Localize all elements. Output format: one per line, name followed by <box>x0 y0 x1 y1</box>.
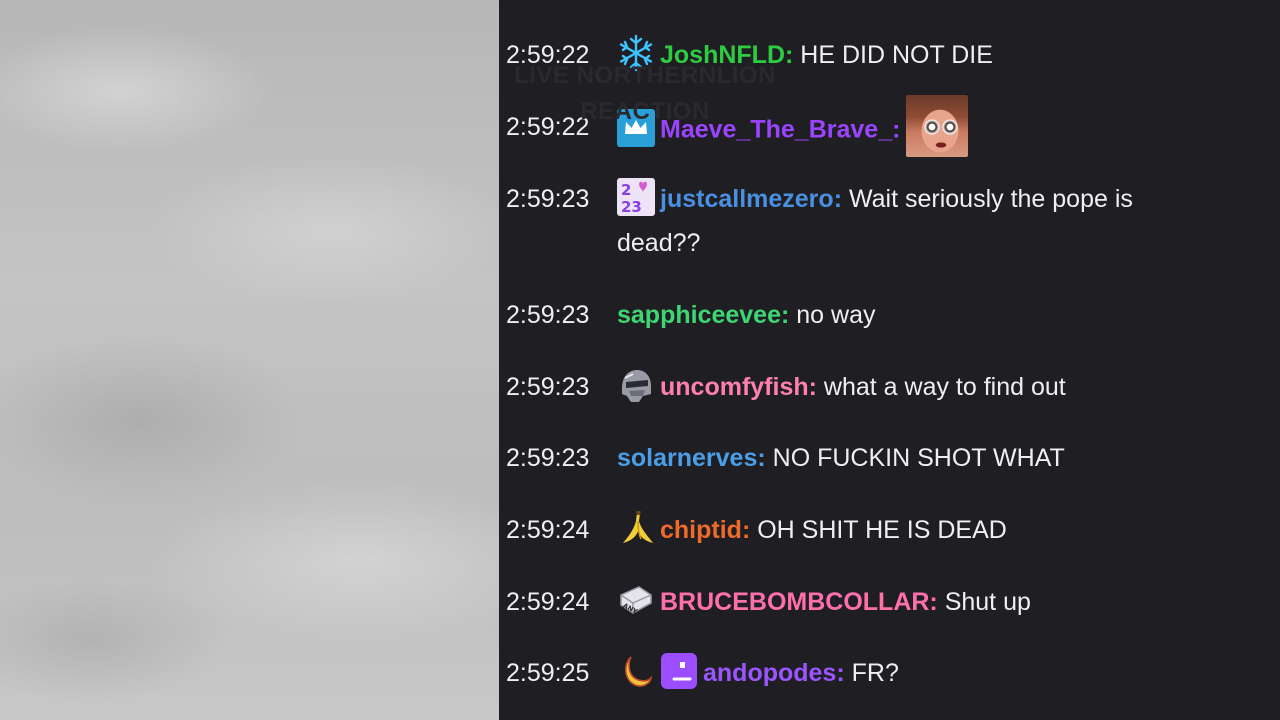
2023-badge-icon: 2 23 <box>617 178 655 217</box>
moon-icon <box>617 652 655 690</box>
stream-watermark: LIVE NORTHERNLION REACTION <box>500 58 790 130</box>
message-timestamp: 2:59:23 <box>506 301 590 329</box>
chat-message: 2:59:23 solarnerves: NO FUCKIN SHOT WHAT <box>506 436 1206 480</box>
message-timestamp: 2:59:24 <box>506 516 590 544</box>
chat-message: 2:59:23 2 23 justcallmezero: Wait seriou… <box>506 177 1206 265</box>
message-text: NO FUCKIN SHOT WHAT <box>772 444 1065 472</box>
stream-video-area <box>0 0 499 720</box>
message-text: what a way to find out <box>823 373 1066 401</box>
username-colon: : <box>781 301 797 329</box>
watermark-line-1: LIVE NORTHERNLION <box>514 62 776 89</box>
username-colon: : <box>741 516 758 544</box>
username-colon: : <box>836 659 852 687</box>
chat-username[interactable]: sapphiceevee <box>617 301 781 329</box>
message-text: HE DID NOT DIE <box>800 41 993 69</box>
chat-username[interactable]: uncomfyfish <box>660 373 809 401</box>
chat-message: 2:59:25 andopodes: FR? <box>506 651 1206 695</box>
username-colon: : <box>929 588 945 616</box>
chat-message: 2:59:24 ANY BRUCEBOMBCOLLAR: Shut up <box>506 580 1206 624</box>
message-timestamp: 2:59:23 <box>506 444 590 472</box>
any-key-icon: ANY <box>617 581 655 619</box>
message-timestamp: 2:59:24 <box>506 588 590 616</box>
chat-username[interactable]: justcallmezero <box>660 185 834 213</box>
message-timestamp: 2:59:23 <box>506 185 590 213</box>
message-timestamp: 2:59:23 <box>506 373 590 401</box>
chat-username[interactable]: chiptid <box>660 516 742 544</box>
watermark-line-2: REACTION <box>580 98 710 125</box>
message-text: Shut up <box>944 588 1031 616</box>
username-colon: : <box>833 185 849 213</box>
message-text: OH SHIT HE IS DEAD <box>757 516 1007 544</box>
helmet-icon <box>617 366 655 404</box>
chat-username[interactable]: solarnerves <box>617 444 757 472</box>
svg-text:2: 2 <box>621 181 631 199</box>
username-colon: : <box>808 373 824 401</box>
message-timestamp: 2:59:25 <box>506 659 590 687</box>
username-colon: : <box>892 115 901 144</box>
chat-message: 2:59:23 sapphiceevee: no way <box>506 293 1206 337</box>
message-text: no way <box>796 301 876 329</box>
chat-message: 2:59:24 chiptid: OH SHIT HE IS DEAD <box>506 508 1206 552</box>
chat-username[interactable]: andopodes <box>703 659 836 687</box>
svg-text:23: 23 <box>621 198 642 216</box>
chat-username[interactable]: BRUCEBOMBCOLLAR <box>660 588 929 616</box>
message-text: FR? <box>851 659 899 687</box>
banana-icon <box>617 509 655 547</box>
purple-blob-icon <box>660 652 698 690</box>
chat-message: 2:59:23 uncomfyfish: what a way to find … <box>506 365 1206 409</box>
username-colon: : <box>757 444 773 472</box>
face-emote <box>906 95 969 157</box>
